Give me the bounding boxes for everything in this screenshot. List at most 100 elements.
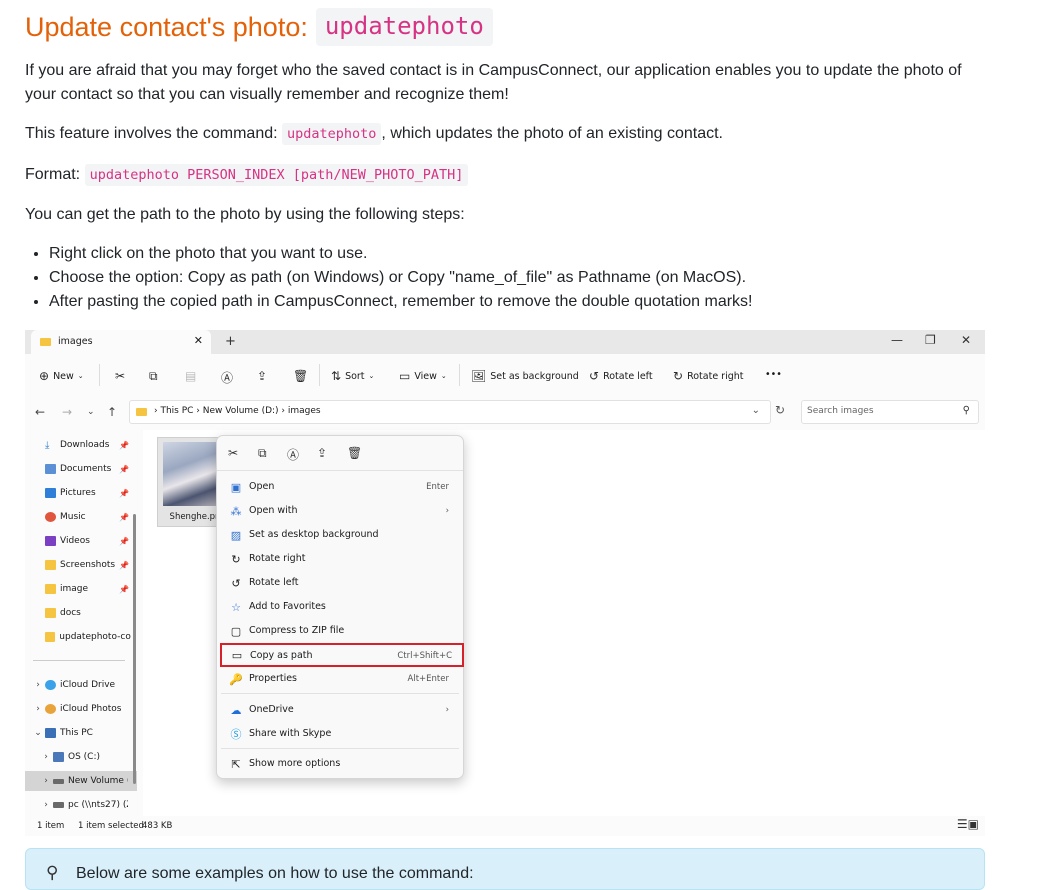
menu-item-show-more-options[interactable]: ⇱ Show more options	[221, 753, 459, 775]
sidebar-scrollbar[interactable]	[133, 514, 136, 784]
context-quick-actions: ✂ ⧉ Ⓐ ⇪ 🗑	[217, 436, 463, 471]
rotate-left-button[interactable]: ↺ Rotate left	[589, 369, 653, 383]
rename-button[interactable]: Ⓐ	[221, 369, 233, 386]
share-icon: ⇪	[257, 369, 268, 383]
view-toggle-icon[interactable]: ☰▣	[957, 817, 979, 831]
pin-icon[interactable]: 📌	[119, 465, 129, 474]
sidebar-item-os-c[interactable]: › OS (C:)	[25, 747, 137, 767]
sidebar-item-screenshots[interactable]: Screenshots 📌	[25, 555, 137, 575]
pin-icon[interactable]: 📌	[119, 561, 129, 570]
paste-button[interactable]: ▤	[185, 369, 196, 383]
menu-item-open-with[interactable]: ⁂ Open with ›	[221, 500, 459, 522]
menu-item-add-to-favorites[interactable]: ☆ Add to Favorites	[221, 596, 459, 618]
sidebar-item-new-volume[interactable]: ›New Volume (D	[25, 771, 137, 791]
search-icon: ⚲	[46, 863, 59, 882]
explorer-tab[interactable]: images ✕	[31, 330, 211, 354]
sidebar-item-icloud-photos[interactable]: › iCloud Photos	[25, 699, 137, 719]
view-button[interactable]: ▭ View ⌄	[399, 369, 447, 383]
up-icon[interactable]: ↑	[107, 405, 117, 419]
back-icon[interactable]: ←	[35, 405, 45, 419]
sidebar-item-icloud-drive[interactable]: › iCloud Drive	[25, 675, 137, 695]
open-icon: ▣	[230, 480, 242, 494]
pin-icon[interactable]: 📌	[119, 513, 129, 522]
recent-chevron-icon[interactable]: ⌄	[87, 407, 95, 417]
list-item: Right click on the photo that you want t…	[49, 242, 753, 266]
breadcrumb[interactable]: › This PC › New Volume (D:) › images ⌄	[129, 400, 771, 424]
more-button[interactable]: •••	[765, 369, 782, 380]
zip-icon: ▢	[230, 624, 242, 638]
scissors-icon[interactable]: ✂	[228, 446, 238, 460]
menu-item-set-desktop-background[interactable]: ▨ Set as desktop background	[221, 524, 459, 546]
sidebar-item-videos[interactable]: Videos 📌	[25, 531, 137, 551]
rename-icon[interactable]: Ⓐ	[287, 446, 299, 463]
delete-button[interactable]: 🗑	[293, 369, 308, 383]
copy-icon[interactable]: ⧉	[258, 446, 267, 461]
pin-icon[interactable]: 📌	[119, 537, 129, 546]
menu-item-rotate-left[interactable]: ↺ Rotate left	[221, 572, 459, 594]
folder-icon	[45, 560, 56, 570]
rename-icon: Ⓐ	[221, 371, 234, 385]
rotate-left-icon: ↺	[589, 369, 600, 383]
chevron-down-icon[interactable]: ⌄	[752, 405, 760, 416]
star-icon: ☆	[231, 600, 241, 614]
sidebar-item-this-pc[interactable]: ⌄ This PC	[25, 723, 137, 743]
new-tab-icon[interactable]: +	[225, 334, 236, 349]
pin-icon[interactable]: 📌	[119, 489, 129, 498]
close-window-icon[interactable]: ✕	[961, 333, 971, 347]
sort-button[interactable]: ⇅ Sort ⌄	[331, 369, 374, 383]
rotate-right-icon: ↻	[673, 369, 684, 383]
selected-count: 1 item selected	[78, 821, 144, 831]
item-count: 1 item	[37, 821, 65, 831]
cut-button[interactable]: ✂	[115, 369, 125, 383]
background-icon: 🖼	[471, 369, 487, 383]
rotate-right-button[interactable]: ↻ Rotate right	[673, 369, 744, 383]
set-background-button[interactable]: 🖼 Set as background	[471, 369, 579, 383]
new-button[interactable]: ⊕ New ⌄	[39, 369, 84, 383]
pin-icon[interactable]: 📌	[119, 585, 129, 594]
search-icon: ⚲	[962, 405, 970, 416]
refresh-icon[interactable]: ↻	[775, 403, 785, 417]
sidebar-item-music[interactable]: Music 📌	[25, 507, 137, 527]
copy-path-icon: ▭	[231, 648, 243, 662]
feature-text-before: This feature involves the command:	[25, 125, 283, 142]
info-callout: ⚲ Below are some examples on how to use …	[25, 848, 985, 890]
heading-command-code: updatephoto	[315, 8, 493, 46]
share-button[interactable]: ⇪	[257, 369, 267, 383]
sidebar-item-image[interactable]: image 📌	[25, 579, 137, 599]
pin-icon[interactable]: 📌	[119, 441, 129, 450]
trash-icon[interactable]: 🗑	[347, 446, 362, 460]
paste-icon: ▤	[185, 369, 197, 383]
sidebar-item-docs[interactable]: docs	[25, 603, 137, 623]
sort-icon: ⇅	[331, 369, 342, 383]
feature-command-code: updatephoto	[282, 123, 382, 145]
breadcrumb-path: › This PC › New Volume (D:) › images	[154, 406, 321, 416]
menu-item-copy-as-path[interactable]: ▭ Copy as path Ctrl+Shift+C	[220, 643, 464, 667]
close-tab-icon[interactable]: ✕	[194, 334, 203, 347]
desktop-background-icon: ▨	[230, 528, 242, 542]
menu-item-compress-zip[interactable]: ▢ Compress to ZIP file	[221, 620, 459, 642]
menu-item-share-with-skype[interactable]: Ⓢ Share with Skype	[221, 723, 459, 745]
minimize-icon[interactable]: —	[891, 333, 903, 347]
status-bar: 1 item 1 item selected 483 KB ☰▣	[25, 816, 985, 836]
share-icon[interactable]: ⇪	[317, 446, 327, 460]
pictures-icon	[45, 488, 56, 498]
photos-icon	[45, 704, 56, 714]
menu-item-onedrive[interactable]: ☁ OneDrive ›	[221, 699, 459, 721]
sidebar-item-documents[interactable]: Documents 📌	[25, 459, 137, 479]
sidebar-item-updatephoto[interactable]: updatephoto-co	[25, 627, 137, 647]
search-input[interactable]: Search images ⚲	[801, 400, 979, 424]
drive-icon	[53, 752, 64, 762]
menu-item-rotate-right[interactable]: ↻ Rotate right	[221, 548, 459, 570]
title-bar: images ✕ + — ❐ ✕	[25, 330, 985, 354]
videos-icon	[45, 536, 56, 546]
tab-title: images	[58, 336, 93, 347]
copy-button[interactable]: ⧉	[149, 369, 158, 384]
sidebar-item-network-drive[interactable]: ›pc (\\nts27) (Z:)	[25, 795, 137, 815]
menu-item-properties[interactable]: 🔑 Properties Alt+Enter	[221, 668, 459, 690]
forward-icon[interactable]: →	[62, 405, 72, 419]
restore-icon[interactable]: ❐	[925, 333, 936, 347]
sidebar-item-downloads[interactable]: ⤓ Downloads 📌	[25, 435, 137, 455]
scissors-icon: ✂	[115, 369, 126, 383]
menu-item-open[interactable]: ▣ Open Enter	[221, 476, 459, 498]
sidebar-item-pictures[interactable]: Pictures 📌	[25, 483, 137, 503]
